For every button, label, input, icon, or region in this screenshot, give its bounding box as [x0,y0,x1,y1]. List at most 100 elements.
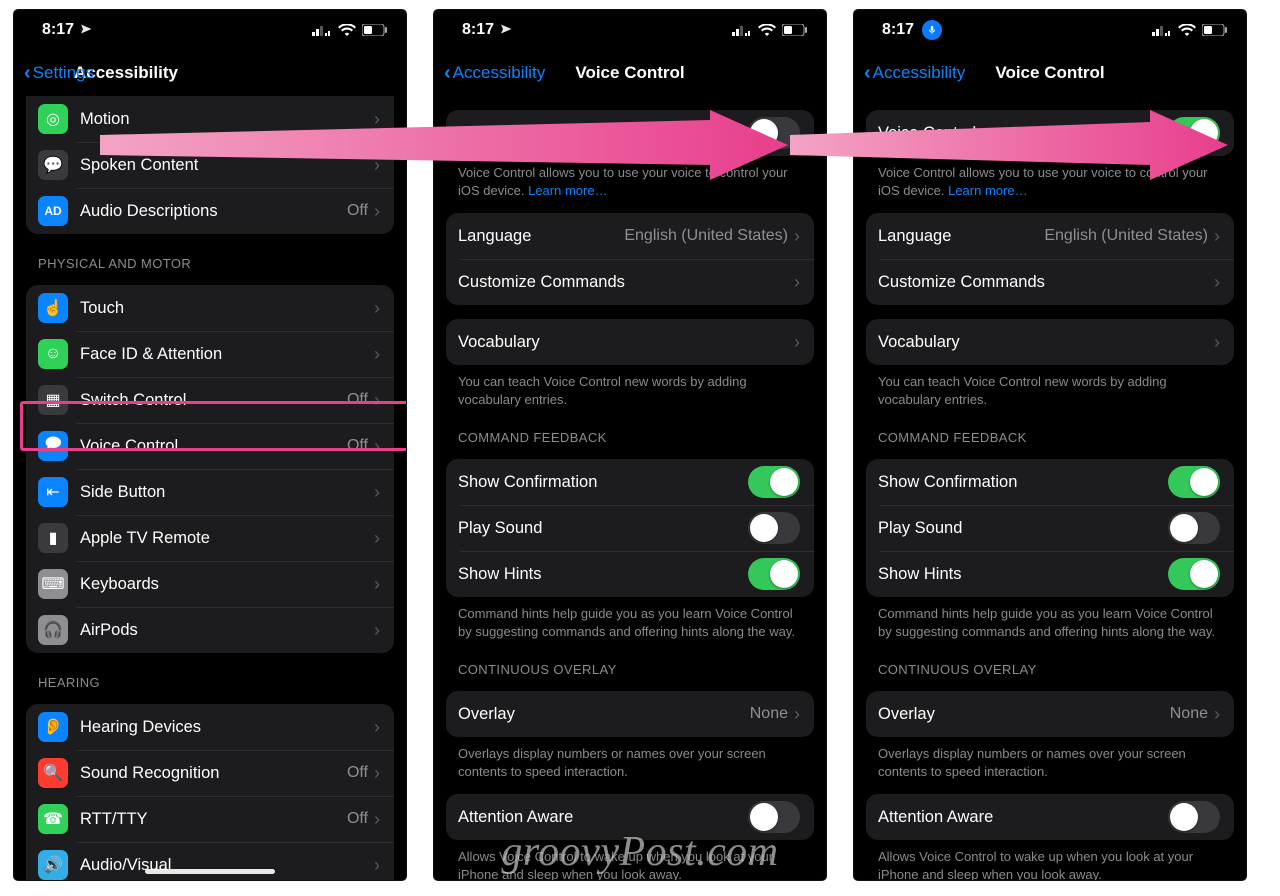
switch-control-icon: ▦ [38,385,68,415]
row-airpods[interactable]: 🎧 AirPods › [26,607,394,653]
chevron-right-icon: › [1214,333,1220,351]
attention-footer: Allows Voice Control to wake up when you… [878,848,1222,880]
row-audio-visual[interactable]: 🔊 Audio/Visual › [26,842,394,880]
back-label: Accessibility [873,63,966,83]
chevron-left-icon: ‹ [24,63,31,83]
row-show-confirmation[interactable]: Show Confirmation [446,459,814,505]
row-side-button[interactable]: ⇤ Side Button › [26,469,394,515]
row-spoken-content[interactable]: 💬 Spoken Content › [26,142,394,188]
show-confirmation-toggle[interactable] [748,466,800,498]
chevron-right-icon: › [374,391,380,409]
battery-icon [1202,24,1228,36]
show-hints-toggle[interactable] [748,558,800,590]
row-voice-control-toggle[interactable]: Voice Control [866,110,1234,156]
voice-control-icon: 🗩 [38,431,68,461]
ear-icon: 👂 [38,712,68,742]
side-button-icon: ⇤ [38,477,68,507]
row-show-hints[interactable]: Show Hints [866,551,1234,597]
voice-control-active-icon [922,20,942,40]
row-keyboards[interactable]: ⌨ Keyboards › [26,561,394,607]
back-label: Accessibility [453,63,546,83]
row-attention-aware[interactable]: Attention Aware [866,794,1234,840]
attention-footer: Allows Voice Control to wake up when you… [458,848,802,880]
touch-icon: ☝ [38,293,68,323]
row-attention-aware[interactable]: Attention Aware [446,794,814,840]
chevron-right-icon: › [374,437,380,455]
row-face-id[interactable]: ☺ Face ID & Attention › [26,331,394,377]
nav-bar: ‹ Accessibility Voice Control [434,50,826,96]
vision-group: ◎ Motion › 💬 Spoken Content › AD Audio D… [26,96,394,234]
battery-icon [362,24,388,36]
row-rtt-tty[interactable]: ☎ RTT/TTY Off › [26,796,394,842]
attention-aware-toggle[interactable] [748,801,800,833]
chevron-right-icon: › [1214,227,1220,245]
face-id-icon: ☺ [38,339,68,369]
voice-control-toggle[interactable] [1168,117,1220,149]
vocabulary-footer: You can teach Voice Control new words by… [458,373,802,408]
motion-icon: ◎ [38,104,68,134]
command-feedback-footer: Command hints help guide you as you lear… [458,605,802,640]
audio-visual-icon: 🔊 [38,850,68,880]
chevron-right-icon: › [374,764,380,782]
attention-aware-toggle[interactable] [1168,801,1220,833]
back-button[interactable]: ‹ Accessibility [444,63,545,83]
learn-more-link[interactable]: Learn more… [948,183,1027,198]
row-language[interactable]: Language English (United States) › [446,213,814,259]
overlay-footer: Overlays display numbers or names over y… [878,745,1222,780]
row-audio-descriptions[interactable]: AD Audio Descriptions Off › [26,188,394,234]
status-time: 8:17 [42,21,74,39]
chevron-right-icon: › [374,856,380,874]
voice-control-toggle[interactable] [748,117,800,149]
row-play-sound[interactable]: Play Sound [866,505,1234,551]
overlay-group: Overlay None › [866,691,1234,737]
show-confirmation-toggle[interactable] [1168,466,1220,498]
row-voice-control-toggle[interactable]: Voice Control [446,110,814,156]
row-customize-commands[interactable]: Customize Commands › [866,259,1234,305]
back-label: Settings [33,63,94,83]
row-overlay[interactable]: Overlay None › [446,691,814,737]
learn-more-link[interactable]: Learn more… [528,183,607,198]
chevron-right-icon: › [374,718,380,736]
row-language[interactable]: Language English (United States) › [866,213,1234,259]
row-switch-control[interactable]: ▦ Switch Control Off › [26,377,394,423]
chevron-right-icon: › [374,110,380,128]
section-hearing: HEARING [38,675,382,690]
row-show-hints[interactable]: Show Hints [446,551,814,597]
voice-control-footer: Voice Control allows you to use your voi… [878,164,1222,199]
command-feedback-footer: Command hints help guide you as you lear… [878,605,1222,640]
chevron-right-icon: › [374,621,380,639]
chevron-right-icon: › [374,345,380,363]
section-command-feedback: COMMAND FEEDBACK [878,430,1222,445]
row-vocabulary[interactable]: Vocabulary › [866,319,1234,365]
row-play-sound[interactable]: Play Sound [446,505,814,551]
row-overlay[interactable]: Overlay None › [866,691,1234,737]
status-time: 8:17 [462,21,494,39]
row-vocabulary[interactable]: Vocabulary › [446,319,814,365]
nav-bar: ‹ Accessibility Voice Control [854,50,1246,96]
play-sound-toggle[interactable] [1168,512,1220,544]
physical-motor-group: ☝ Touch › ☺ Face ID & Attention › ▦ Swit… [26,285,394,653]
show-hints-toggle[interactable] [1168,558,1220,590]
row-customize-commands[interactable]: Customize Commands › [446,259,814,305]
back-button[interactable]: ‹ Accessibility [864,63,965,83]
row-voice-control[interactable]: 🗩 Voice Control Off › [26,423,394,469]
chevron-right-icon: › [1214,273,1220,291]
row-touch[interactable]: ☝ Touch › [26,285,394,331]
status-bar: 8:17 [14,10,406,50]
row-apple-tv-remote[interactable]: ▮ Apple TV Remote › [26,515,394,561]
status-bar: 8:17 [854,10,1246,50]
row-hearing-devices[interactable]: 👂 Hearing Devices › [26,704,394,750]
airpods-icon: 🎧 [38,615,68,645]
row-show-confirmation[interactable]: Show Confirmation [866,459,1234,505]
play-sound-toggle[interactable] [748,512,800,544]
command-feedback-group: Show Confirmation Play Sound Show Hints [446,459,814,597]
section-physical-motor: PHYSICAL AND MOTOR [38,256,382,271]
status-bar: 8:17 [434,10,826,50]
row-motion[interactable]: ◎ Motion › [26,96,394,142]
battery-icon [782,24,808,36]
back-button[interactable]: ‹ Settings [24,63,94,83]
row-sound-recognition[interactable]: 🔍 Sound Recognition Off › [26,750,394,796]
language-group: Language English (United States) › Custo… [446,213,814,305]
section-command-feedback: COMMAND FEEDBACK [458,430,802,445]
home-indicator [145,869,275,874]
